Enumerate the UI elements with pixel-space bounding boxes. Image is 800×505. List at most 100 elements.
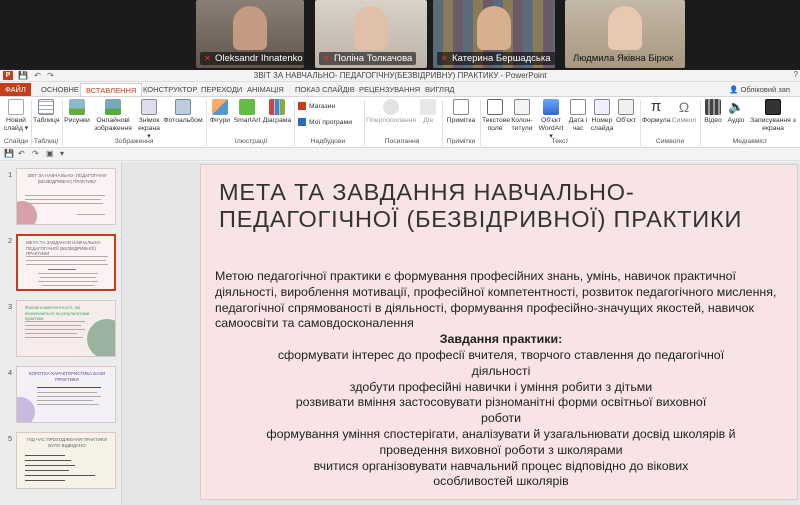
slide-thumbnail[interactable]: ЗВІТ ЗА НАВЧАЛЬНО- ПЕДАГОГІЧНУ (БЕЗВІДРИ… [16, 168, 116, 225]
participant-name: Поліна Толкачова [334, 53, 413, 64]
audio-button[interactable]: 🔈 Аудіо [725, 99, 747, 125]
tab-insert[interactable]: ВСТАВЛЕННЯ [80, 83, 143, 96]
hyperlink-button[interactable]: Гіперпосилання [366, 99, 416, 125]
new-slide-icon [8, 99, 24, 115]
group-label-slides: Слайди [3, 138, 29, 145]
film-icon [705, 99, 721, 115]
tab-design[interactable]: КОНСТРУКТОР [138, 83, 202, 96]
thumb-title: Фахові компетентності, які визначаються … [25, 305, 90, 321]
photo-album-icon [175, 99, 191, 115]
wordart-icon [543, 99, 559, 115]
video-strip: ✕ Oleksandr Ihnatenko ✕ Поліна Толкачова ✕… [0, 0, 800, 68]
group-label-tables: Таблиці [33, 138, 59, 145]
thumb-title: КОРОТКА ХАРАКТЕРИСТИКА БАЗИ ПРАКТИКИ [28, 371, 106, 382]
thumb-number: 4 [8, 368, 13, 377]
group-label-media: Медіавміст [732, 138, 768, 145]
thumb-number: 5 [8, 434, 13, 443]
comment-icon [453, 99, 469, 115]
action-icon [420, 99, 436, 115]
screen-recording-button[interactable]: Записування з екрана [748, 99, 798, 133]
participant-tile[interactable]: ✕ Поліна Толкачова [315, 0, 427, 68]
slide-thumbnail[interactable]: КОРОТКА ХАРАКТЕРИСТИКА БАЗИ ПРАКТИКИ [16, 366, 116, 423]
store-button[interactable]: Магазин [298, 102, 335, 111]
thumb-number: 2 [8, 236, 13, 245]
participant-tile[interactable]: Людмила Яківна Бірюк [565, 0, 685, 68]
new-slide-button[interactable]: Новий слайд ▾ [3, 99, 29, 133]
symbol-button[interactable]: Ω Символ [671, 99, 697, 125]
table-button[interactable]: Таблиця [33, 99, 60, 125]
shapes-button[interactable]: Фігури [208, 99, 232, 125]
omega-icon: Ω [678, 99, 690, 115]
undo-icon[interactable]: ↶ [18, 149, 25, 158]
redo-icon[interactable]: ↷ [32, 149, 39, 158]
smartart-icon [239, 99, 255, 115]
participant-avatar [608, 6, 642, 50]
participant-avatar [233, 6, 267, 50]
slide-intro-text: Метою педагогічної практики є формування… [215, 269, 777, 331]
comment-button[interactable]: Примітка [446, 99, 476, 125]
slide-number-button[interactable]: Номер слайда [590, 99, 614, 133]
tab-file[interactable]: ФАЙЛ [0, 83, 31, 96]
screenshot-icon [141, 99, 157, 115]
slide-editing-area: МЕТА ТА ЗАВДАННЯ НАВЧАЛЬНО-ПЕДАГОГІЧНОЇ … [122, 162, 800, 505]
participant-tile[interactable]: ✕ Oleksandr Ihnatenko [196, 0, 304, 68]
tab-view[interactable]: ВИГЛЯД [420, 83, 459, 96]
participant-name: Катерина Бершадська [452, 53, 551, 64]
screenshot-button[interactable]: Знімок екрана ▾ [136, 99, 162, 141]
action-button[interactable]: Дія [418, 99, 438, 125]
powerpoint-window: P 💾 ↶ ↷ ЗВІТ ЗА НАВЧАЛЬНО- ПЕДАГОГІЧНУ(Б… [0, 70, 800, 505]
wordart-button[interactable]: Об'єкт WordArt ▾ [536, 99, 566, 141]
header-footer-button[interactable]: Колон-титули [509, 99, 535, 133]
tab-home[interactable]: ОСНОВНЕ [36, 83, 84, 96]
mic-muted-icon: ✕ [441, 54, 448, 63]
online-pictures-button[interactable]: Онлайнові зображення [91, 99, 135, 133]
account-label[interactable]: 👤 Обліковий зап [729, 83, 790, 96]
date-time-button[interactable]: Дата і час [567, 99, 589, 133]
tab-animations[interactable]: АНІМАЦІЯ [242, 83, 289, 96]
slide-thumbnail-selected[interactable]: МЕТА ТА ЗАВДАННЯ НАВЧАЛЬНО-ПЕДАГОГІЧНОЇ … [16, 234, 116, 291]
video-button[interactable]: Відео [702, 99, 724, 125]
slide-thumbnail[interactable]: Фахові компетентності, які визначаються … [16, 300, 116, 357]
tab-review[interactable]: РЕЦЕНЗУВАННЯ [354, 83, 425, 96]
task-item: здобути професійні навички і уміння роби… [349, 379, 653, 394]
slide-thumbnail[interactable]: ПІД ЧАС ПРОХОДЖЕННЯ ПРАКТИКИ БУЛО ВІДВІД… [16, 432, 116, 489]
help-icon[interactable]: ? [794, 70, 798, 79]
slide-title[interactable]: МЕТА ТА ЗАВДАННЯ НАВЧАЛЬНО-ПЕДАГОГІЧНОЇ … [219, 179, 779, 233]
quick-access-toolbar: 💾 ↶ ↷ ▣ ▾ [0, 149, 800, 161]
mic-muted-icon: ✕ [323, 54, 330, 63]
group-label-images: Зображення [114, 138, 154, 145]
participant-avatar [477, 6, 511, 50]
my-apps-button[interactable]: Мої програми [298, 118, 352, 127]
online-pictures-icon [105, 99, 121, 115]
pictures-button[interactable]: Рисунки [64, 99, 90, 125]
chart-button[interactable]: Діаграма [262, 99, 292, 125]
window-title: ЗВІТ ЗА НАВЧАЛЬНО- ПЕДАГОГІЧНУ(БЕЗВІДРИВ… [253, 71, 547, 80]
current-slide[interactable]: МЕТА ТА ЗАВДАННЯ НАВЧАЛЬНО-ПЕДАГОГІЧНОЇ … [200, 164, 798, 500]
task-item: вчитися організовувати навчальний процес… [313, 458, 689, 489]
participant-name: Людмила Яківна Бірюк [573, 53, 674, 64]
slide-thumbnails-pane: 1 ЗВІТ ЗА НАВЧАЛЬНО- ПЕДАГОГІЧНУ (БЕЗВІД… [0, 162, 122, 505]
smartart-button[interactable]: SmartArt [233, 99, 261, 125]
shapes-icon [212, 99, 228, 115]
thumb-number: 1 [8, 170, 13, 179]
tab-transitions[interactable]: ПЕРЕХОДИ [196, 83, 247, 96]
calendar-icon [570, 99, 586, 115]
pictures-icon [69, 99, 85, 115]
photo-album-button[interactable]: Фотоальбом [163, 99, 203, 125]
customize-icon[interactable]: ▾ [60, 149, 64, 158]
participant-avatar [354, 6, 388, 50]
tab-slideshow[interactable]: ПОКАЗ СЛАЙДІВ [290, 83, 360, 96]
header-footer-icon [514, 99, 530, 115]
text-box-button[interactable]: Текстове поле [482, 99, 510, 133]
object-button[interactable]: Об'єкт [615, 99, 637, 125]
equation-button[interactable]: π Формула [642, 99, 670, 125]
save-icon[interactable]: 💾 [4, 149, 14, 158]
participant-tile-active[interactable]: ✕ Катерина Бершадська [433, 0, 555, 68]
store-icon [298, 102, 306, 110]
task-item: сформувати інтерес до професії вчителя, … [277, 347, 725, 378]
task-item: розвивати вміння застосовувати різномані… [295, 395, 707, 426]
account-icon: 👤 [729, 85, 739, 94]
speaker-icon: 🔈 [728, 99, 745, 114]
slide-body[interactable]: Метою педагогічної практики є формування… [215, 269, 787, 490]
present-icon[interactable]: ▣ [46, 149, 54, 158]
